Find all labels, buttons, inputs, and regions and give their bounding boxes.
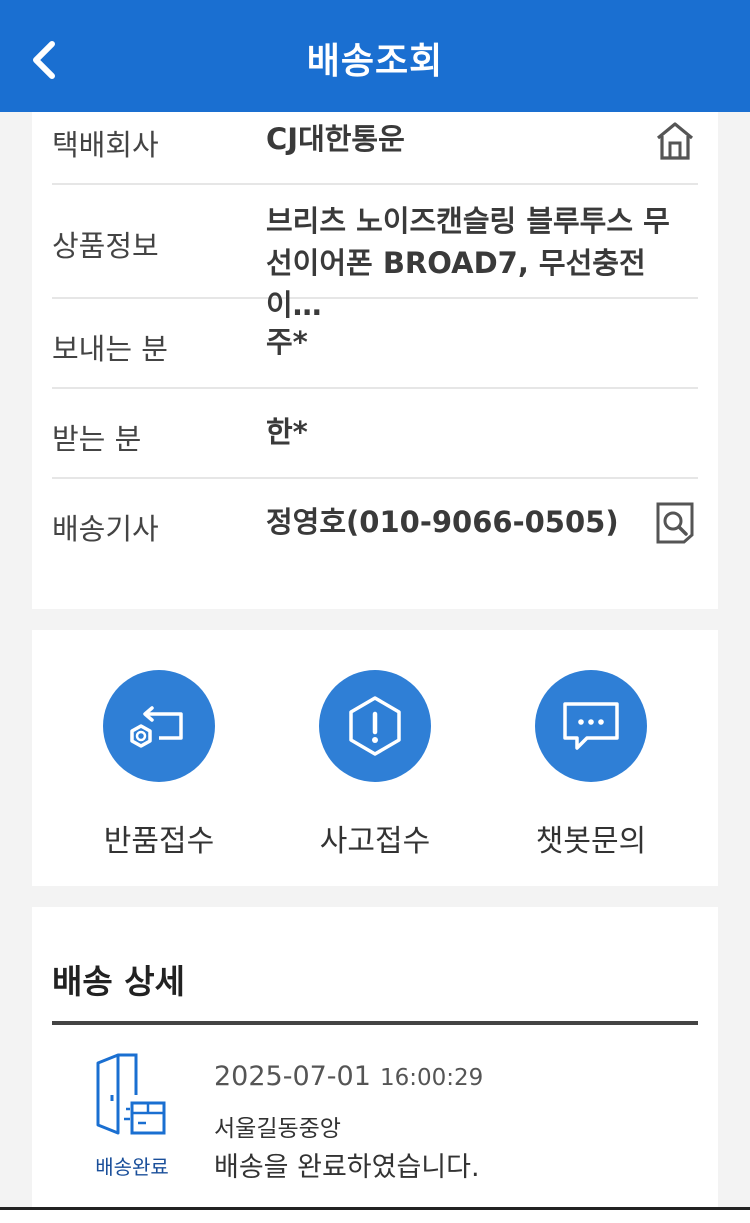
- delivered-door-icon: [92, 1053, 172, 1139]
- sender-value: 주*: [266, 325, 308, 359]
- accident-icon: [349, 696, 401, 756]
- info-row-courier: 택배회사 CJ대한통운: [52, 112, 698, 185]
- event-location: 서울길동중앙: [214, 1116, 341, 1142]
- receiver-value: 한*: [266, 415, 308, 449]
- actions-card: 반품접수 사고접수 챗봇문의: [32, 630, 718, 886]
- return-request-button[interactable]: 반품접수: [74, 670, 244, 860]
- search-document-icon[interactable]: [654, 501, 696, 545]
- event-message: 배송을 완료하였습니다.: [214, 1152, 480, 1183]
- info-row-product: 상품정보 브리츠 노이즈캔슬링 블루투스 무 선이어폰 BROAD7, 무선충전…: [52, 185, 698, 322]
- info-row-receiver: 받는 분 한*: [52, 389, 698, 479]
- event-time: 16:00:29: [380, 1065, 484, 1091]
- receiver-label: 받는 분: [52, 422, 142, 456]
- courier-value: CJ대한통운: [266, 122, 405, 156]
- driver-label: 배송기사: [52, 512, 159, 546]
- courier-label: 택배회사: [52, 128, 159, 162]
- event-date: 2025-07-01: [214, 1061, 371, 1092]
- accident-report-button[interactable]: 사고접수: [290, 670, 460, 860]
- delivery-status-label: 배송완료: [95, 1155, 169, 1179]
- detail-title: 배송 상세: [52, 962, 185, 1001]
- page-title: 배송조회: [306, 41, 444, 82]
- info-row-sender: 보내는 분 주*: [52, 299, 698, 389]
- return-icon: [130, 706, 183, 748]
- chatbot-inquiry-button[interactable]: 챗봇문의: [506, 670, 676, 860]
- app-header: 배송조회: [0, 0, 750, 112]
- return-request-label: 반품접수: [103, 824, 215, 859]
- bottom-edge: [0, 1207, 750, 1223]
- sender-label: 보내는 분: [52, 332, 168, 366]
- home-icon[interactable]: [654, 118, 696, 162]
- info-row-driver: 배송기사 정영호(010-9066-0505): [52, 479, 698, 569]
- delivery-detail-card: 배송 상세 배송완료 2025-07-01 16:00:29 서울길동중앙 배송…: [32, 907, 718, 1207]
- shipment-info-card: 택배회사 CJ대한통운 상품정보 브리츠 노이즈캔슬링 블루투스 무 선이어폰 …: [32, 112, 718, 609]
- product-value-line1: 브리츠 노이즈캔슬링 블루투스 무: [266, 204, 670, 238]
- product-label: 상품정보: [52, 229, 159, 263]
- driver-value: 정영호(010-9066-0505): [266, 505, 619, 539]
- chatbot-icon: [563, 702, 619, 750]
- accident-report-label: 사고접수: [319, 824, 431, 859]
- detail-divider: [52, 1021, 698, 1025]
- chatbot-inquiry-label: 챗봇문의: [535, 824, 647, 859]
